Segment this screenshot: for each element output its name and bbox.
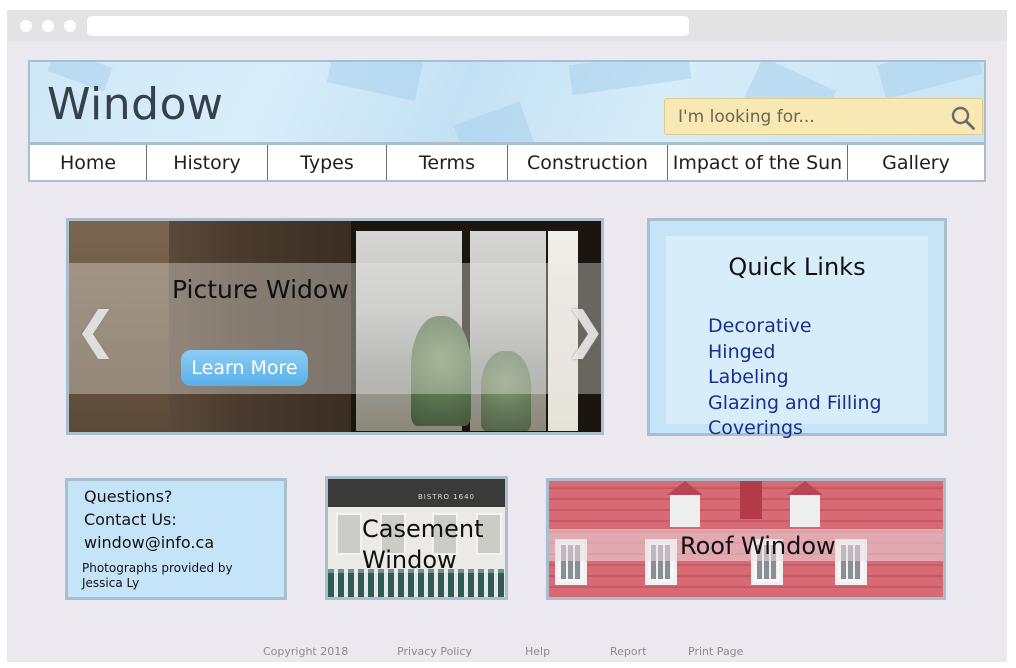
contact-box: Questions? Contact Us: window@info.ca Ph… (65, 478, 287, 600)
window-minimize-dot[interactable] (42, 20, 54, 32)
chevron-left-icon[interactable]: ❮ (75, 301, 117, 359)
nav-item-home[interactable]: Home (30, 145, 147, 180)
slide-title: Picture Widow (172, 275, 349, 304)
nav-item-gallery[interactable]: Gallery (848, 145, 984, 180)
quick-link-labeling[interactable]: Labeling (708, 365, 882, 391)
footer-privacy-policy[interactable]: Privacy Policy (397, 645, 472, 658)
quick-links-inner: Quick Links Decorative Hinged Labeling G… (666, 236, 928, 439)
footer-report[interactable]: Report (610, 645, 646, 658)
contact-email[interactable]: window@info.ca (84, 533, 214, 552)
casement-photo-sign: BISTRO 1640 (418, 493, 475, 501)
search-icon[interactable] (950, 105, 976, 131)
chevron-right-icon[interactable]: ❯ (564, 301, 601, 359)
footer-copyright: Copyright 2018 (263, 645, 349, 658)
quick-links-list: Decorative Hinged Labeling Glazing and F… (708, 314, 882, 442)
roof-photo-chimney (740, 481, 762, 519)
address-bar[interactable] (87, 16, 689, 36)
quick-link-hinged[interactable]: Hinged (708, 340, 882, 366)
footer-print-page[interactable]: Print Page (688, 645, 743, 658)
footer-help[interactable]: Help (525, 645, 550, 658)
search-input[interactable] (678, 106, 938, 128)
quick-links-title: Quick Links (728, 253, 866, 281)
search-box (664, 98, 983, 135)
nav-item-history[interactable]: History (147, 145, 268, 180)
casement-window-tile[interactable]: BISTRO 1640 Casement Window (325, 476, 508, 600)
window-maximize-dot[interactable] (64, 20, 76, 32)
casement-photo-top (328, 479, 505, 507)
contact-questions: Questions? (84, 487, 173, 506)
casement-label-line1: Casement (362, 515, 484, 543)
nav-item-types[interactable]: Types (268, 145, 387, 180)
nav-item-impact-of-the-sun[interactable]: Impact of the Sun (668, 145, 848, 180)
quick-link-glazing-and-filling[interactable]: Glazing and Filling (708, 391, 882, 417)
quick-links-panel: Quick Links Decorative Hinged Labeling G… (647, 218, 947, 439)
casement-label-line2: Window (362, 546, 457, 574)
quick-link-coverings[interactable]: Coverings (708, 416, 882, 442)
roof-window-label: Roof Window (680, 532, 836, 560)
photo-credit: Photographs provided by Jessica Ly (82, 561, 233, 590)
nav-item-construction[interactable]: Construction (508, 145, 668, 180)
nav-item-terms[interactable]: Terms (387, 145, 508, 180)
contact-label: Contact Us: (84, 510, 177, 529)
main-nav: Home History Types Terms Construction Im… (28, 143, 986, 182)
quick-link-decorative[interactable]: Decorative (708, 314, 882, 340)
window-close-dot[interactable] (20, 20, 32, 32)
casement-window-label: Casement Window (362, 514, 484, 576)
learn-more-button[interactable]: Learn More (181, 350, 308, 386)
site-title: Window (47, 79, 224, 130)
hero-slider: Picture Widow Learn More ❮ ❯ (66, 218, 604, 435)
roof-window-tile[interactable]: Roof Window (546, 478, 946, 600)
